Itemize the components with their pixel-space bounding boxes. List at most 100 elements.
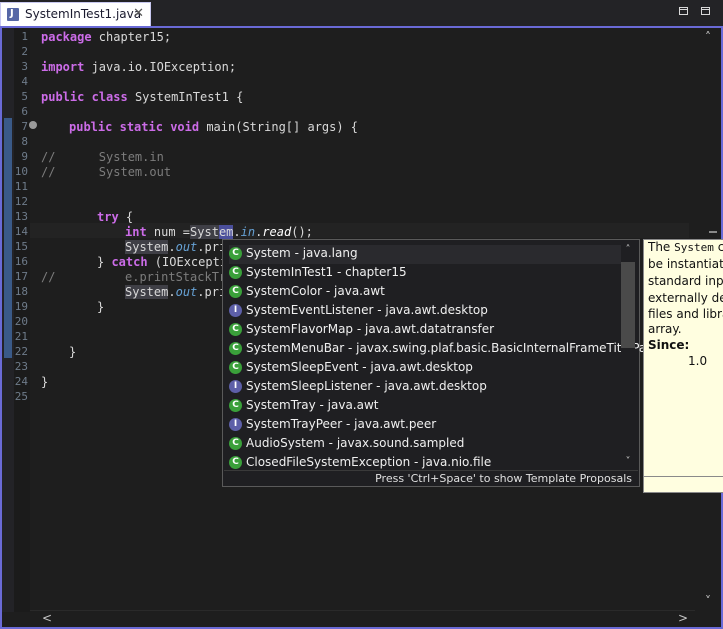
proposal-label: ClosedFileSystemException - java.nio.fil… bbox=[246, 455, 492, 469]
line-number: 16 bbox=[14, 255, 28, 268]
code-line-5: public class SystemInTest1 { bbox=[41, 90, 244, 104]
proposal-label: SystemEventListener - java.awt.desktop bbox=[246, 303, 488, 317]
close-icon[interactable]: ✕ bbox=[133, 6, 144, 21]
line-number: 25 bbox=[14, 390, 28, 403]
line-number: 4 bbox=[21, 75, 28, 88]
line-number: 6 bbox=[21, 105, 28, 118]
content-assist-popup[interactable]: C System - java.lang C SystemInTest1 - chap… bbox=[222, 239, 661, 487]
line-number: 8 bbox=[21, 135, 28, 148]
code-line-18: System.out.pri bbox=[125, 285, 227, 299]
interface-icon: I bbox=[229, 304, 242, 317]
javadoc-line: externally defi bbox=[648, 291, 723, 305]
override-marker-icon[interactable] bbox=[29, 121, 37, 129]
proposal-label: SystemTray - java.awt bbox=[246, 398, 379, 412]
line-number: 10 bbox=[14, 165, 28, 178]
class-icon: C bbox=[229, 323, 242, 336]
scroll-down-icon[interactable]: ˅ bbox=[695, 594, 721, 608]
proposal-label: SystemFlavorMap - java.awt.datatransfer bbox=[246, 322, 495, 336]
java-file-icon bbox=[7, 8, 19, 21]
overview-mark bbox=[709, 231, 717, 233]
line-number: 1 bbox=[21, 30, 28, 43]
proposal-label: System - java.lang bbox=[246, 246, 358, 260]
line-number: 11 bbox=[14, 180, 28, 193]
template-proposals-hint: Press 'Ctrl+Space' to show Template Prop… bbox=[375, 472, 632, 485]
proposal-item[interactable]: C System - java.lang bbox=[229, 245, 621, 264]
proposal-footer: Press 'Ctrl+Space' to show Template Prop… bbox=[224, 470, 638, 486]
editor-horizontal-scrollbar[interactable]: < > bbox=[30, 610, 695, 627]
code-line-10: // System.out bbox=[41, 165, 172, 179]
code-line-14: int num =System.in.read(); bbox=[125, 225, 313, 239]
line-number: 24 bbox=[14, 375, 28, 388]
proposal-item[interactable]: C AudioSystem - javax.sound.sampled bbox=[229, 435, 621, 454]
line-number: 7 bbox=[21, 120, 28, 133]
line-number: 2 bbox=[21, 45, 28, 58]
javadoc-since-value: 1.0 bbox=[688, 354, 708, 368]
line-number: 23 bbox=[14, 360, 28, 373]
proposal-label: SystemTrayPeer - java.awt.peer bbox=[246, 417, 437, 431]
code-line-9: // System.in bbox=[41, 150, 164, 164]
proposal-item[interactable]: I SystemEventListener - java.awt.desktop bbox=[229, 302, 621, 321]
javadoc-line: files and librar bbox=[648, 307, 723, 321]
editor-tab-bar: SystemInTest1.java ✕ bbox=[0, 0, 723, 26]
line-number: 14 bbox=[14, 225, 28, 238]
proposal-item[interactable]: I SystemSleepListener - java.awt.desktop bbox=[229, 378, 621, 397]
code-line-24: } bbox=[41, 375, 49, 389]
class-icon: C bbox=[229, 399, 242, 412]
class-icon: C bbox=[229, 266, 242, 279]
code-line-1: package chapter15; bbox=[41, 30, 172, 44]
proposal-item[interactable]: C SystemSleepEvent - java.awt.desktop bbox=[229, 359, 621, 378]
scroll-up-icon[interactable]: ˄ bbox=[695, 30, 721, 44]
class-icon: C bbox=[229, 456, 242, 469]
interface-icon: I bbox=[229, 418, 242, 431]
maximize-icon[interactable] bbox=[701, 7, 710, 15]
proposal-label: SystemSleepEvent - java.awt.desktop bbox=[246, 360, 473, 374]
line-number: 20 bbox=[14, 315, 28, 328]
line-number: 19 bbox=[14, 300, 28, 313]
proposal-item[interactable]: C SystemColor - java.awt bbox=[229, 283, 621, 302]
line-number: 18 bbox=[14, 285, 28, 298]
proposal-label: SystemSleepListener - java.awt.desktop bbox=[246, 379, 487, 393]
proposal-label: AudioSystem - javax.sound.sampled bbox=[246, 436, 465, 450]
code-line-3: import java.io.IOException; bbox=[41, 60, 237, 74]
proposal-label: SystemInTest1 - chapter15 bbox=[246, 265, 407, 279]
javadoc-since-label: Since: bbox=[648, 338, 690, 352]
javadoc-line: array. bbox=[648, 322, 682, 336]
code-line-16: } catch (IOExcepti bbox=[97, 255, 228, 269]
class-icon: C bbox=[229, 342, 242, 355]
line-number: 15 bbox=[14, 240, 28, 253]
line-number: 3 bbox=[21, 60, 28, 73]
proposal-item[interactable]: C SystemInTest1 - chapter15 bbox=[229, 264, 621, 283]
minimize-icon[interactable] bbox=[679, 7, 688, 15]
javadoc-line: The System c bbox=[648, 240, 723, 254]
interface-icon: I bbox=[229, 380, 242, 393]
line-number: 17 bbox=[14, 270, 28, 283]
class-icon: C bbox=[229, 361, 242, 374]
scroll-up-icon[interactable]: ˄ bbox=[621, 244, 635, 255]
tab-title: SystemInTest1.java bbox=[25, 7, 142, 21]
javadoc-line: standard input bbox=[648, 274, 723, 288]
code-line-17: //e.printStackTr bbox=[41, 270, 227, 284]
proposal-scrollbar[interactable]: ˄ ˅ bbox=[621, 242, 635, 470]
scroll-right-icon[interactable]: > bbox=[678, 611, 688, 625]
scroll-down-icon[interactable]: ˅ bbox=[621, 456, 635, 467]
code-line-19: } bbox=[97, 300, 105, 314]
proposal-item[interactable]: C SystemTray - java.awt bbox=[229, 397, 621, 416]
line-number: 5 bbox=[21, 90, 28, 103]
line-number: 21 bbox=[14, 330, 28, 343]
proposal-label: SystemMenuBar - javax.swing.plaf.basic.B… bbox=[246, 341, 662, 355]
class-icon: C bbox=[229, 437, 242, 450]
proposal-item[interactable]: C SystemFlavorMap - java.awt.datatransfer bbox=[229, 321, 621, 340]
scroll-thumb[interactable] bbox=[621, 262, 635, 348]
code-line-15: System.out.pri bbox=[125, 240, 227, 254]
javadoc-popup: The System c be instantiated standard in… bbox=[643, 239, 723, 493]
line-number: 13 bbox=[14, 210, 28, 223]
proposal-label: SystemColor - java.awt bbox=[246, 284, 385, 298]
scroll-left-icon[interactable]: < bbox=[42, 611, 52, 625]
javadoc-line: be instantiated bbox=[648, 257, 723, 271]
editor-tab[interactable]: SystemInTest1.java ✕ bbox=[0, 2, 151, 26]
code-line-7: public static void main(String[] args) { bbox=[69, 120, 359, 134]
proposal-item[interactable]: I SystemTrayPeer - java.awt.peer bbox=[229, 416, 621, 435]
proposal-item[interactable]: C SystemMenuBar - javax.swing.plaf.basic.… bbox=[229, 340, 661, 359]
line-number: 22 bbox=[14, 345, 28, 358]
javadoc-divider bbox=[644, 476, 723, 477]
